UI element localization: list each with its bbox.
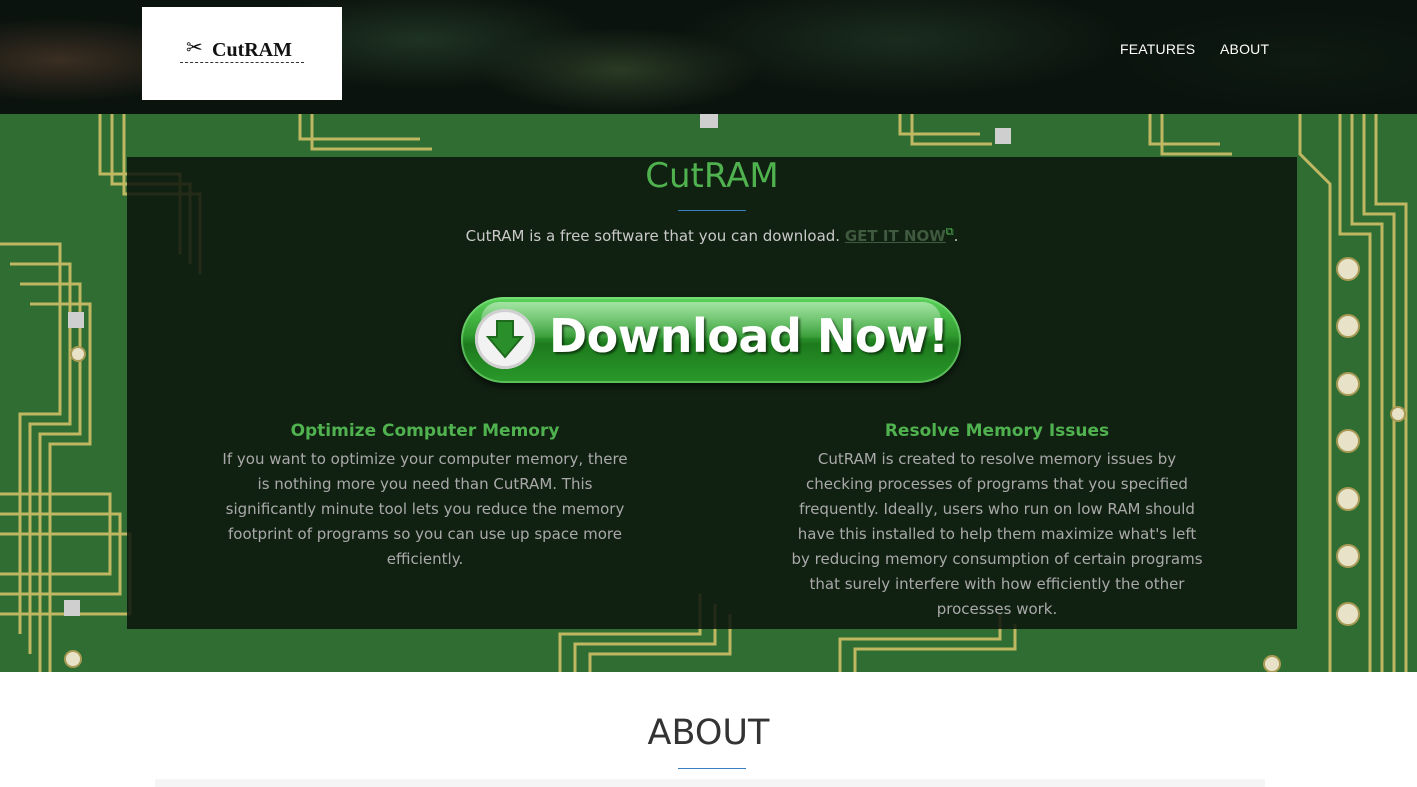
- feature-title: Resolve Memory Issues: [884, 421, 1110, 441]
- feature-resolve: Resolve Memory Issues CutRAM is created …: [787, 421, 1207, 622]
- feature-optimize: Optimize Computer Memory If you want to …: [215, 421, 635, 572]
- feature-title: Optimize Computer Memory: [290, 421, 560, 441]
- download-button-label: Download Now!: [549, 309, 949, 363]
- get-it-now-link[interactable]: GET IT NOW: [845, 227, 946, 245]
- hero-subtitle-text: CutRAM is a free software that you can d…: [465, 227, 841, 245]
- about-content-strip: [155, 779, 1265, 787]
- hero-subtitle-suffix: .: [953, 227, 959, 245]
- logo-text: CutRAM: [212, 39, 292, 61]
- nav-item-features[interactable]: FEATURES: [1120, 41, 1195, 57]
- hero-subtitle: CutRAM is a free software that you can d…: [127, 225, 1297, 245]
- nav-item-about[interactable]: ABOUT: [1220, 41, 1269, 57]
- hero-section: CutRAM CutRAM is a free software that yo…: [0, 114, 1417, 672]
- download-now-button[interactable]: Download Now!: [461, 297, 961, 383]
- download-arrow-icon: [475, 309, 535, 369]
- about-title: ABOUT: [647, 713, 770, 753]
- feature-text: CutRAM is created to resolve memory issu…: [791, 450, 1203, 618]
- hero-panel: CutRAM CutRAM is a free software that yo…: [127, 157, 1297, 629]
- feature-text: If you want to optimize your computer me…: [222, 450, 628, 568]
- logo[interactable]: ✂ CutRAM: [142, 7, 342, 100]
- about-divider: [678, 768, 746, 769]
- external-link-icon: ⧉: [945, 225, 954, 238]
- site-header: ✂ CutRAM FEATURES ABOUT: [0, 0, 1417, 114]
- hero-divider: [678, 210, 746, 211]
- hero-title: CutRAM: [645, 156, 779, 196]
- logo-cut-line: [180, 62, 304, 63]
- scissors-icon: ✂: [186, 35, 203, 59]
